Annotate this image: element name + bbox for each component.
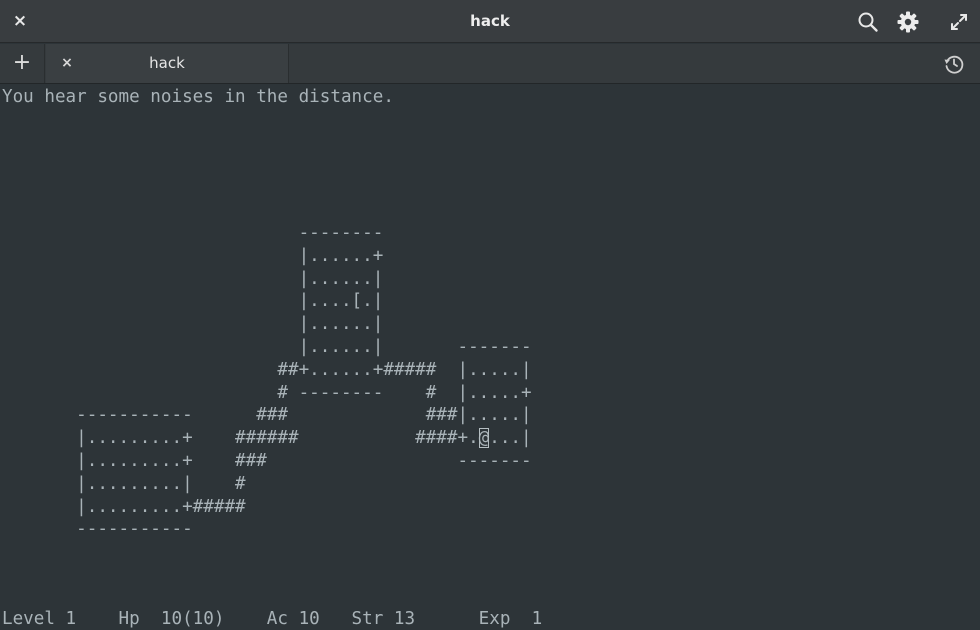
tab-bar: + × hack: [0, 44, 980, 84]
map-line: -----------: [2, 519, 193, 540]
map-line: --------: [2, 223, 384, 243]
map-line: |.........+ ### -------: [2, 450, 532, 471]
tab-label: hack: [149, 54, 185, 72]
map-line: ...|: [489, 428, 532, 449]
tab-hack[interactable]: × hack: [46, 44, 289, 83]
fullscreen-icon[interactable]: [946, 9, 972, 35]
status-line: Level 1 Hp 10(10) Ac 10 Str 13 Exp 1: [2, 609, 543, 629]
game-message: You hear some noises in the distance.: [2, 87, 394, 107]
map-line: # -------- # |.....+: [2, 382, 532, 403]
map-line: |.........+#####: [2, 496, 246, 517]
close-icon[interactable]: ×: [8, 9, 32, 33]
window-title: hack: [470, 12, 510, 30]
dungeon-map: -------- |......+ |......| |....[.| |...…: [2, 222, 532, 541]
new-tab-button[interactable]: +: [0, 44, 45, 83]
map-line: |......|: [2, 314, 384, 335]
map-line: |......| -------: [2, 336, 532, 357]
terminal-screen[interactable]: You hear some noises in the distance. --…: [0, 85, 980, 630]
terminal-window: × hack + × hack You hear some noises in …: [0, 0, 980, 630]
gear-icon[interactable]: [895, 9, 921, 35]
map-line: |.........| #: [2, 473, 246, 494]
map-line: ----------- ### ###|.....|: [2, 405, 532, 426]
tab-close-icon[interactable]: ×: [56, 52, 78, 74]
map-line: |....[.|: [2, 291, 384, 312]
header-bar: × hack: [0, 0, 980, 43]
player-cursor: @: [478, 428, 490, 449]
map-line: |.........+ ###### ####+.: [2, 428, 479, 449]
history-icon[interactable]: [942, 52, 966, 76]
search-icon[interactable]: [855, 9, 881, 35]
map-line-player-row: |.........+ ###### ####+.@...|: [2, 427, 532, 450]
map-line: ##+......+##### |.....|: [2, 359, 532, 380]
map-line: |......+: [2, 245, 384, 266]
map-line: |......|: [2, 268, 384, 289]
